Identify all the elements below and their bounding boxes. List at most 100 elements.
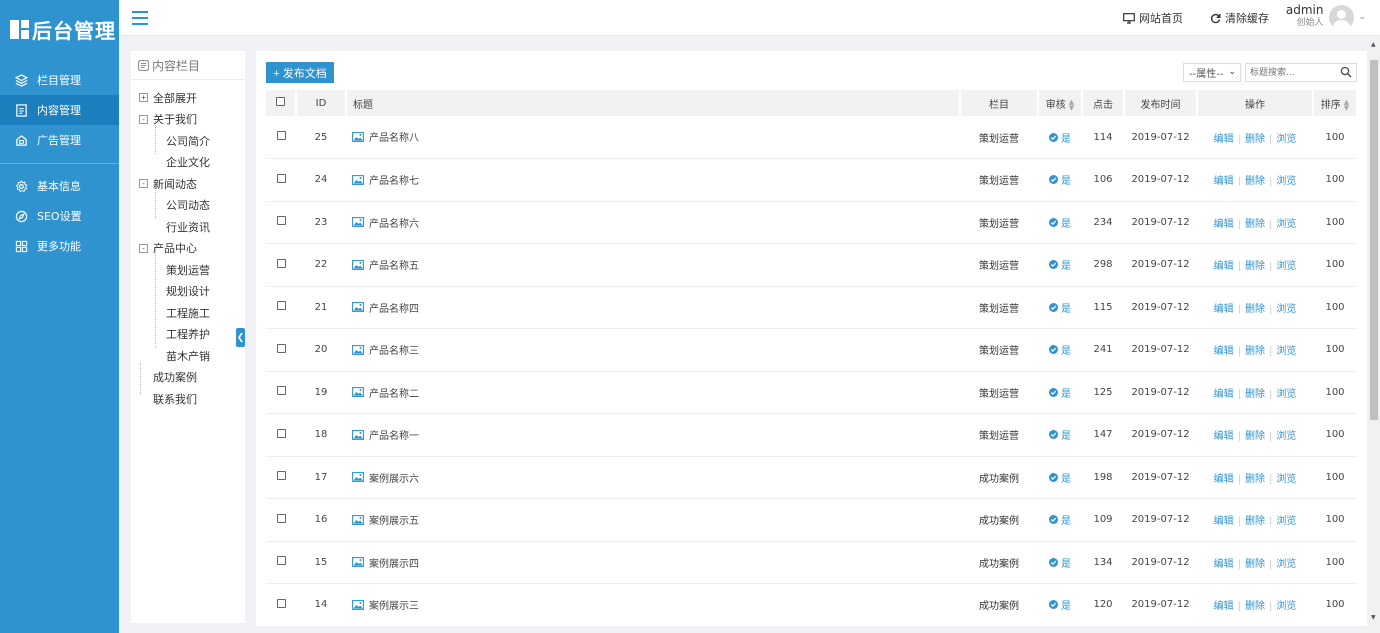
title-link[interactable]: 产品名称一: [369, 427, 419, 442]
row-checkbox[interactable]: [276, 598, 286, 608]
view-link[interactable]: 浏览: [1276, 261, 1296, 272]
collapse-icon[interactable]: -: [139, 179, 148, 189]
delete-link[interactable]: 删除: [1245, 304, 1265, 315]
scroll-up-icon[interactable]: ▲: [1371, 41, 1376, 48]
audit-status[interactable]: 是: [1049, 172, 1071, 187]
edit-link[interactable]: 编辑: [1214, 261, 1234, 272]
tree-node-contact[interactable]: 联系我们: [131, 388, 245, 410]
header-order[interactable]: 排序 ▲ ▼: [1313, 90, 1358, 116]
sidebar-item-basic-info[interactable]: 基本信息: [0, 171, 119, 201]
title-link[interactable]: 产品名称八: [369, 129, 419, 144]
tree-node-about-us[interactable]: - 关于我们: [131, 109, 245, 131]
tree-node-construction[interactable]: 工程施工: [131, 302, 245, 324]
tree-node-news[interactable]: - 新闻动态: [131, 173, 245, 195]
delete-link[interactable]: 删除: [1245, 474, 1265, 485]
logo[interactable]: 后台管理: [0, 0, 119, 58]
tree-node-planning-design[interactable]: 规划设计: [131, 281, 245, 303]
audit-status[interactable]: 是: [1049, 342, 1071, 357]
delete-link[interactable]: 删除: [1245, 601, 1265, 612]
view-link[interactable]: 浏览: [1276, 516, 1296, 527]
view-link[interactable]: 浏览: [1276, 304, 1296, 315]
edit-link[interactable]: 编辑: [1214, 601, 1234, 612]
delete-link[interactable]: 删除: [1245, 516, 1265, 527]
attribute-select[interactable]: --属性-- ⌄: [1183, 63, 1241, 82]
title-link[interactable]: 产品名称五: [369, 257, 419, 272]
row-checkbox[interactable]: [276, 343, 286, 353]
collapse-tree-button[interactable]: ❮: [236, 328, 245, 347]
delete-link[interactable]: 删除: [1245, 389, 1265, 400]
row-checkbox[interactable]: [276, 216, 286, 226]
title-link[interactable]: 产品名称七: [369, 172, 419, 187]
edit-link[interactable]: 编辑: [1214, 176, 1234, 187]
title-link[interactable]: 案例展示五: [369, 512, 419, 527]
row-checkbox[interactable]: [276, 556, 286, 566]
tree-node-company-news[interactable]: 公司动态: [131, 195, 245, 217]
sidebar-item-content-management[interactable]: 内容管理: [0, 95, 119, 125]
row-checkbox[interactable]: [276, 173, 286, 183]
title-link[interactable]: 案例展示六: [369, 470, 419, 485]
website-home-link[interactable]: 网站首页: [1123, 10, 1183, 26]
view-link[interactable]: 浏览: [1276, 431, 1296, 442]
tree-node-cases[interactable]: 成功案例: [131, 367, 245, 389]
sidebar-item-more-features[interactable]: 更多功能: [0, 231, 119, 261]
title-link[interactable]: 案例展示四: [369, 555, 419, 570]
delete-link[interactable]: 删除: [1245, 431, 1265, 442]
sidebar-item-ad-management[interactable]: 广告管理: [0, 125, 119, 155]
audit-status[interactable]: 是: [1049, 300, 1071, 315]
delete-link[interactable]: 删除: [1245, 346, 1265, 357]
edit-link[interactable]: 编辑: [1214, 346, 1234, 357]
audit-status[interactable]: 是: [1049, 215, 1071, 230]
audit-status[interactable]: 是: [1049, 470, 1071, 485]
edit-link[interactable]: 编辑: [1214, 389, 1234, 400]
title-link[interactable]: 产品名称四: [369, 300, 419, 315]
tree-node-products[interactable]: - 产品中心: [131, 238, 245, 260]
sidebar-item-column-management[interactable]: 栏目管理: [0, 65, 119, 95]
delete-link[interactable]: 删除: [1245, 134, 1265, 145]
delete-link[interactable]: 删除: [1245, 219, 1265, 230]
view-link[interactable]: 浏览: [1276, 134, 1296, 145]
view-link[interactable]: 浏览: [1276, 346, 1296, 357]
edit-link[interactable]: 编辑: [1214, 304, 1234, 315]
audit-status[interactable]: 是: [1049, 427, 1071, 442]
tree-node-seedlings[interactable]: 苗木产销: [131, 345, 245, 367]
edit-link[interactable]: 编辑: [1214, 431, 1234, 442]
tree-node-company-profile[interactable]: 公司简介: [131, 130, 245, 152]
publish-document-button[interactable]: + 发布文档: [266, 62, 334, 83]
edit-link[interactable]: 编辑: [1214, 559, 1234, 570]
header-audit[interactable]: 审核 ▲ ▼: [1038, 90, 1083, 116]
user-menu[interactable]: admin 创始人 ⌄: [1286, 4, 1366, 30]
title-link[interactable]: 产品名称六: [369, 215, 419, 230]
expand-icon[interactable]: +: [139, 93, 148, 103]
view-link[interactable]: 浏览: [1276, 559, 1296, 570]
row-checkbox[interactable]: [276, 301, 286, 311]
edit-link[interactable]: 编辑: [1214, 474, 1234, 485]
tree-node-planning-operation[interactable]: 策划运营: [131, 259, 245, 281]
delete-link[interactable]: 删除: [1245, 261, 1265, 272]
edit-link[interactable]: 编辑: [1214, 219, 1234, 230]
view-link[interactable]: 浏览: [1276, 176, 1296, 187]
title-search-input[interactable]: [1246, 64, 1336, 82]
audit-status[interactable]: 是: [1049, 385, 1071, 400]
page-scrollbar[interactable]: ▲ ▼: [1368, 38, 1380, 633]
view-link[interactable]: 浏览: [1276, 474, 1296, 485]
select-all-checkbox[interactable]: [276, 97, 285, 106]
tree-node-corporate-culture[interactable]: 企业文化: [131, 152, 245, 174]
row-checkbox[interactable]: [276, 131, 286, 140]
audit-status[interactable]: 是: [1049, 555, 1071, 570]
search-icon[interactable]: [1340, 66, 1352, 81]
title-link[interactable]: 产品名称二: [369, 385, 419, 400]
row-checkbox[interactable]: [276, 471, 286, 481]
sidebar-item-seo-settings[interactable]: SEO设置: [0, 201, 119, 231]
audit-status[interactable]: 是: [1049, 130, 1071, 145]
view-link[interactable]: 浏览: [1276, 601, 1296, 612]
menu-toggle-icon[interactable]: [132, 11, 148, 25]
title-link[interactable]: 产品名称三: [369, 342, 419, 357]
tree-node-expand-all[interactable]: + 全部展开: [131, 87, 245, 109]
collapse-icon[interactable]: -: [139, 114, 148, 124]
row-checkbox[interactable]: [276, 428, 286, 438]
clear-cache-link[interactable]: 清除缓存: [1210, 10, 1269, 26]
scroll-down-icon[interactable]: ▼: [1371, 614, 1376, 621]
view-link[interactable]: 浏览: [1276, 219, 1296, 230]
row-checkbox[interactable]: [276, 386, 286, 396]
audit-status[interactable]: 是: [1049, 597, 1071, 612]
